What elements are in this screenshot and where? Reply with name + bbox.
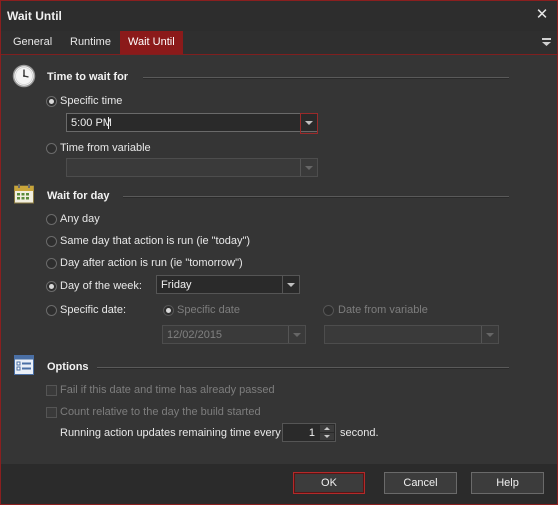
- window-title: Wait Until: [7, 9, 62, 23]
- clock-icon: [12, 64, 36, 88]
- sub-specific-date-radio[interactable]: [163, 305, 174, 316]
- specific-time-input[interactable]: 5:00 PM: [66, 113, 318, 134]
- update-interval-value: 1: [308, 427, 315, 439]
- fail-if-passed-checkbox[interactable]: [46, 385, 57, 396]
- date-from-variable-label: Date from variable: [338, 304, 428, 316]
- options-section-title: Options: [47, 361, 89, 373]
- tab-runtime[interactable]: Runtime: [64, 31, 117, 54]
- specific-time-radio[interactable]: [46, 96, 57, 107]
- update-interval-prefix: Running action updates remaining time ev…: [60, 427, 281, 439]
- spin-arrows-icon[interactable]: [320, 425, 334, 440]
- date-variable-select[interactable]: [324, 325, 499, 344]
- time-variable-select[interactable]: [66, 158, 318, 177]
- day-of-week-select[interactable]: Friday: [156, 275, 300, 294]
- title-bar: Wait Until ✕: [1, 1, 557, 31]
- chevron-down-icon[interactable]: [288, 326, 305, 343]
- date-from-variable-radio[interactable]: [323, 305, 334, 316]
- tab-menu-icon[interactable]: [539, 35, 553, 49]
- update-interval-suffix: second.: [340, 427, 379, 439]
- wait-until-dialog: Wait Until ✕ General Runtime Wait Until …: [0, 0, 558, 505]
- text-cursor: [108, 117, 109, 129]
- tab-general[interactable]: General: [7, 31, 58, 54]
- same-day-label: Same day that action is run (ie "today"): [60, 235, 251, 247]
- tab-wait-until[interactable]: Wait Until: [120, 31, 183, 54]
- any-day-label: Any day: [60, 213, 100, 225]
- specific-date-value: 12/02/2015: [167, 329, 223, 341]
- specific-date-radio[interactable]: [46, 305, 57, 316]
- help-button[interactable]: Help: [471, 472, 544, 494]
- close-icon[interactable]: ✕: [533, 5, 551, 25]
- day-of-week-label: Day of the week:: [60, 280, 142, 292]
- update-interval-stepper[interactable]: 1: [282, 423, 336, 442]
- content-panel: Time to wait for Specific time 5:00 PM T…: [1, 55, 557, 464]
- chevron-down-icon[interactable]: [481, 326, 498, 343]
- chevron-down-icon[interactable]: [300, 159, 317, 176]
- chevron-down-icon[interactable]: [282, 276, 299, 293]
- chevron-down-icon[interactable]: [300, 113, 318, 134]
- fail-if-passed-label: Fail if this date and time has already p…: [60, 384, 275, 396]
- time-from-variable-label: Time from variable: [60, 142, 151, 154]
- calendar-icon: [14, 184, 34, 204]
- cancel-button[interactable]: Cancel: [384, 472, 457, 494]
- dialog-footer: OK Cancel Help: [1, 464, 557, 504]
- same-day-radio[interactable]: [46, 236, 57, 247]
- day-of-week-value: Friday: [161, 279, 192, 291]
- specific-time-value: 5:00 PM: [71, 117, 112, 129]
- time-section-divider: [143, 77, 509, 79]
- count-relative-label: Count relative to the day the build star…: [60, 406, 261, 418]
- options-section-divider: [97, 367, 509, 369]
- day-after-radio[interactable]: [46, 258, 57, 269]
- day-section-divider: [123, 196, 509, 198]
- tab-bar: General Runtime Wait Until: [1, 31, 557, 55]
- ok-button[interactable]: OK: [293, 472, 365, 494]
- specific-date-label: Specific date:: [60, 304, 127, 316]
- specific-date-input[interactable]: 12/02/2015: [162, 325, 306, 344]
- time-section-title: Time to wait for: [47, 71, 129, 83]
- options-icon: [14, 355, 34, 375]
- day-after-label: Day after action is run (ie "tomorrow"): [60, 257, 243, 269]
- sub-specific-date-label: Specific date: [177, 304, 240, 316]
- specific-time-label: Specific time: [60, 95, 123, 107]
- day-of-week-radio[interactable]: [46, 281, 57, 292]
- time-from-variable-radio[interactable]: [46, 143, 57, 154]
- day-section-title: Wait for day: [47, 190, 110, 202]
- count-relative-checkbox[interactable]: [46, 407, 57, 418]
- any-day-radio[interactable]: [46, 214, 57, 225]
